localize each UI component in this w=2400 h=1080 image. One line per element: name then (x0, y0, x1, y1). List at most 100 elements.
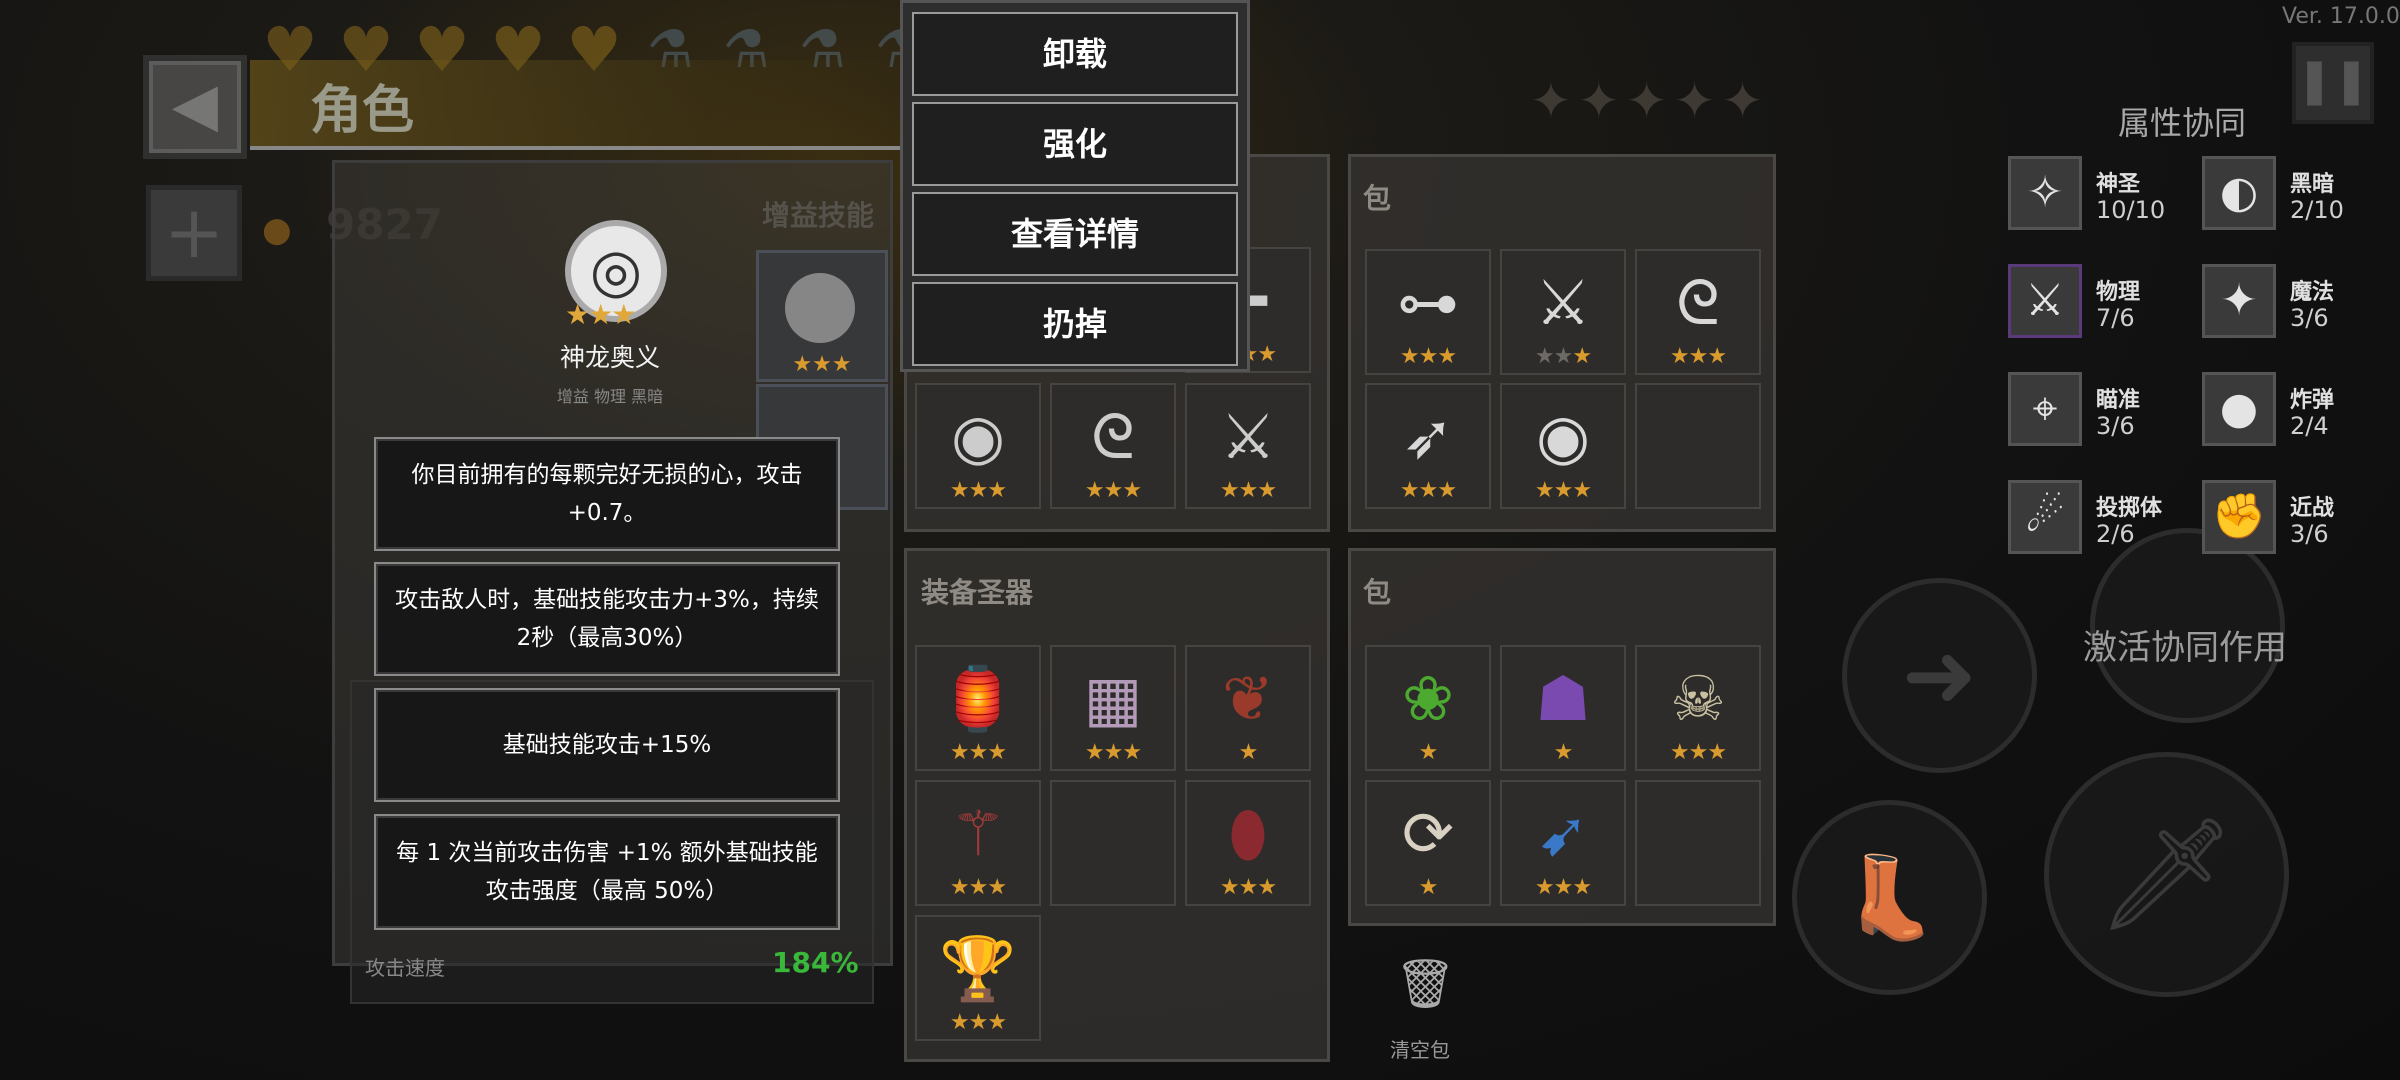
inventory-slot[interactable]: ᘓ ★★★ (1635, 249, 1761, 375)
star-rating: ★★★ (949, 740, 1007, 765)
star-rating: ★★★ (949, 1010, 1007, 1035)
synergy-value: 2/10 (2290, 196, 2344, 224)
star-rating: ★★★ (949, 478, 1007, 503)
inventory-slot[interactable]: 🏮 ★★★ (915, 645, 1041, 771)
back-button[interactable]: ◀ (143, 55, 247, 159)
sword-attack-icon[interactable]: 🗡 (2044, 752, 2289, 997)
inventory-slot[interactable]: ⟳ ★ (1365, 780, 1491, 906)
synergy-value: 2/4 (2290, 412, 2329, 440)
sword-icon[interactable]: ⚔ (2008, 264, 2082, 338)
inventory-slot[interactable]: ▦ ★★★ (1050, 645, 1176, 771)
attack-speed-label: 攻击速度 (365, 956, 445, 980)
fleur-icons: ✦✦✦✦✦ (1530, 72, 1770, 130)
skill-description: 攻击敌人时，基础技能攻击力+3%，持续2秒（最高30%） (374, 562, 840, 676)
inventory-slot[interactable]: ❦ ★ (1185, 645, 1311, 771)
skill-tags: 增益 物理 黑暗 (556, 387, 664, 406)
star-rating: ★★★ (1669, 740, 1727, 765)
holy-icon[interactable]: ✧ (2008, 156, 2082, 230)
star-rating: ★ (1418, 740, 1439, 765)
synergy-name: 魔法 (2290, 280, 2335, 305)
dark-icon[interactable]: ◐ (2202, 156, 2276, 230)
unequip-button[interactable]: 卸载 (912, 12, 1238, 96)
lantern-icon: 🏮 (939, 662, 1017, 735)
frog-icon: ☗ (1535, 662, 1591, 735)
synergy-name: 神圣 (2096, 172, 2141, 197)
boot-icon[interactable]: 👢 (1792, 800, 1987, 995)
star-rating: ★★★ (1219, 478, 1277, 503)
inventory-slot[interactable]: ⚔ ★★★ (1500, 249, 1626, 375)
view-details-button[interactable]: 查看详情 (912, 192, 1238, 276)
skill-description: 每 1 次当前攻击伤害 +1% 额外基础技能攻击强度（最高 50%） (374, 814, 840, 930)
synergy-value: 10/10 (2096, 196, 2166, 224)
chalice-icon: 🏆 (939, 932, 1017, 1005)
inventory-slot[interactable]: ⚚ ★★★ (915, 780, 1041, 906)
inventory-slot[interactable] (1635, 383, 1761, 509)
inventory-slot[interactable]: 🏆 ★★★ (915, 915, 1041, 1041)
dash-arrow-icon[interactable]: ➜ (1842, 578, 2037, 773)
star-rating: ★★★ (1669, 344, 1727, 369)
bomb-icon[interactable]: ● (2202, 372, 2276, 446)
inventory-slot[interactable]: ◉ ★★★ (1500, 383, 1626, 509)
rosary-icon: ⟳ (1402, 797, 1454, 870)
star-rating: ★★★ (1084, 478, 1142, 503)
fist-icon[interactable]: ✊ (2202, 480, 2276, 554)
magic-icon[interactable]: ✦ (2202, 264, 2276, 338)
crosshair-icon[interactable]: ⌖ (2008, 372, 2082, 446)
swirl-icon: ᘓ (1091, 400, 1135, 473)
projectile-icon[interactable]: ☄ (2008, 480, 2082, 554)
trash-icon[interactable]: 🗑 (1395, 955, 1456, 1015)
discard-button[interactable]: 扔掉 (912, 282, 1238, 366)
synergy-name: 瞄准 (2096, 388, 2141, 413)
star-rating: ★★★ (1399, 344, 1457, 369)
bag-panel: 包 ⊶ ★★★ ⚔ ★★★ ᘓ ★★★ ➶ ★★★ ◉ ★★★ (1348, 154, 1776, 532)
star-rating: ★★★ (949, 875, 1007, 900)
star-rating: ★★★ (1084, 740, 1142, 765)
synergy-name: 黑暗 (2290, 172, 2335, 197)
synergy-name: 物理 (2096, 280, 2141, 305)
star-rating: ★ (1553, 740, 1574, 765)
version-label: Ver. 17.0.0 (2282, 4, 2400, 29)
clear-bag-label[interactable]: 清空包 (1390, 1034, 1450, 1063)
skull-icon: ☠ (1670, 662, 1726, 735)
swirl-icon: ᘓ (1676, 266, 1720, 339)
synergy-name: 炸弹 (2290, 388, 2335, 413)
swords-icon: ⚔ (1535, 266, 1591, 339)
star-rating: ★★★ (1534, 344, 1592, 369)
inventory-slot[interactable]: ◉ ★★★ (915, 383, 1041, 509)
inventory-slot[interactable]: ⚔ ★★★ (1185, 383, 1311, 509)
inventory-slot[interactable] (1050, 780, 1176, 906)
skill-name: 神龙奥义 (559, 343, 660, 372)
wing-icon: ➹ (1537, 797, 1589, 870)
inventory-slot[interactable]: ⬮ ★★★ (1185, 780, 1311, 906)
synergy-title: 属性协同 (2118, 104, 2247, 142)
add-button[interactable]: + (146, 185, 242, 281)
inventory-slot[interactable]: ➹ ★★★ (1500, 780, 1626, 906)
skill-description: 你目前拥有的每颗完好无损的心，攻击+0.7。 (374, 437, 840, 551)
star-rating: ★ (1418, 875, 1439, 900)
inventory-slot[interactable]: ➶ ★★★ (1365, 383, 1491, 509)
star-rating: ★★★ (792, 352, 852, 377)
inventory-slot[interactable]: ❀ ★ (1365, 645, 1491, 771)
inventory-slot[interactable]: ⊶ ★★★ (1365, 249, 1491, 375)
staff-icon: ⚚ (950, 797, 1006, 870)
swords-icon: ⚔ (1220, 400, 1276, 473)
star-rating: ★ (1238, 740, 1259, 765)
skill-slot[interactable]: ★★★ (756, 250, 888, 382)
upgrade-button[interactable]: 强化 (912, 102, 1238, 186)
relic-title: 装备圣器 (921, 576, 1034, 609)
inventory-slot[interactable] (1635, 780, 1761, 906)
egg-icon: ⬮ (1228, 797, 1268, 870)
bag-title: 包 (1363, 182, 1392, 215)
inventory-slot[interactable]: ☗ ★ (1500, 645, 1626, 771)
chained-box-icon: ▦ (1083, 662, 1143, 735)
spiral-icon (785, 273, 855, 343)
inventory-slot[interactable]: ᘓ ★★★ (1050, 383, 1176, 509)
inventory-slot[interactable]: ☠ ★★★ (1635, 645, 1761, 771)
leaf-icon: ❦ (1222, 662, 1274, 735)
star-rating: ★★★ (1399, 478, 1457, 503)
target-icon: ◉ (950, 400, 1006, 473)
activate-synergy-label[interactable]: 激活协同作用 (2083, 620, 2287, 669)
relic-panel: 装备圣器 🏮 ★★★ ▦ ★★★ ❦ ★ ⚚ ★★★ ⬮ ★★★ 🏆 ★★★ (904, 548, 1330, 1062)
context-menu: 卸载 强化 查看详情 扔掉 (900, 0, 1250, 372)
pause-button[interactable]: ❚❚ (2292, 42, 2374, 124)
